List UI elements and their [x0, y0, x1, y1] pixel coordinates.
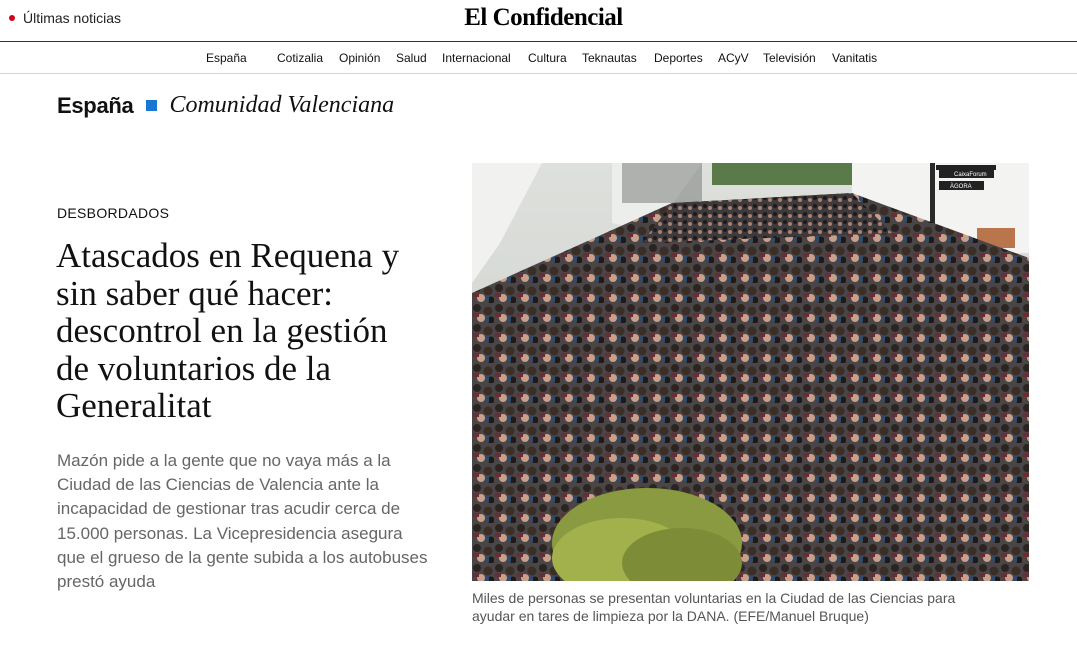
breadcrumb: España Comunidad Valenciana [57, 92, 394, 119]
site-logo-text[interactable]: El Confidencial [464, 4, 623, 32]
nav-item-acyv[interactable]: ACyV [718, 51, 749, 65]
headline-line[interactable]: Atascados en Requena y [56, 236, 399, 275]
nav-item-teknautas[interactable]: Teknautas [582, 51, 637, 65]
summary-line: prestó ayuda [57, 572, 156, 592]
headline-line[interactable]: Generalitat [56, 386, 211, 425]
nav-item-opinion[interactable]: Opinión [339, 51, 380, 65]
article-photo[interactable]: CaixaForum ÀGORA [472, 163, 1029, 581]
headline-line[interactable]: descontrol en la gestión [56, 311, 387, 350]
nav-item-espana[interactable]: España [206, 51, 247, 65]
photo-caption: Miles de personas se presentan voluntari… [472, 590, 1032, 625]
breadcrumb-section-link[interactable]: España [57, 93, 134, 119]
article-headline[interactable]: Atascados en Requena y sin saber qué hac… [56, 237, 456, 425]
article-kicker: DESBORDADOS [57, 205, 170, 221]
summary-line: Ciudad de las Ciencias de Valencia ante … [57, 475, 379, 495]
nav-item-television[interactable]: Televisión [763, 51, 816, 65]
caption-line: ayudar en tares de limpieza por la DANA.… [472, 607, 869, 624]
sign-caixaforum: CaixaForum [954, 172, 987, 178]
summary-line: incapacidad de gestionar tras acudir cer… [57, 499, 401, 519]
article-summary: Mazón pide a la gente que no vaya más a … [57, 449, 452, 594]
nav-item-cotizalia[interactable]: Cotizalia [277, 51, 323, 65]
main-nav: España Cotizalia Opinión Salud Internaci… [0, 43, 1077, 74]
nav-item-vanitatis[interactable]: Vanitatis [832, 51, 877, 65]
caption-line: Miles de personas se presentan voluntari… [472, 590, 956, 606]
headline-line[interactable]: sin saber qué hacer: [56, 274, 333, 313]
nav-item-salud[interactable]: Salud [396, 51, 427, 65]
sign-agora: ÀGORA [950, 183, 972, 190]
breadcrumb-subsection-link[interactable]: Comunidad Valenciana [169, 92, 394, 119]
section-marker-icon [146, 100, 158, 111]
summary-line: Mazón pide a la gente que no vaya más a … [57, 451, 391, 470]
headline-line[interactable]: de voluntarios de la [56, 349, 331, 388]
summary-line: que el grueso de la gente subida a los a… [57, 547, 428, 567]
crowd-photo-image: CaixaForum ÀGORA [472, 163, 1029, 581]
summary-line: 15.000 personas. La Vicepresidencia aseg… [57, 523, 403, 543]
site-logo[interactable]: El Confidencial [0, 4, 1077, 32]
nav-item-internacional[interactable]: Internacional [442, 51, 511, 65]
nav-item-deportes[interactable]: Deportes [654, 51, 703, 65]
nav-item-cultura[interactable]: Cultura [528, 51, 567, 65]
top-bar: Últimas noticias El Confidencial [0, 0, 1077, 42]
